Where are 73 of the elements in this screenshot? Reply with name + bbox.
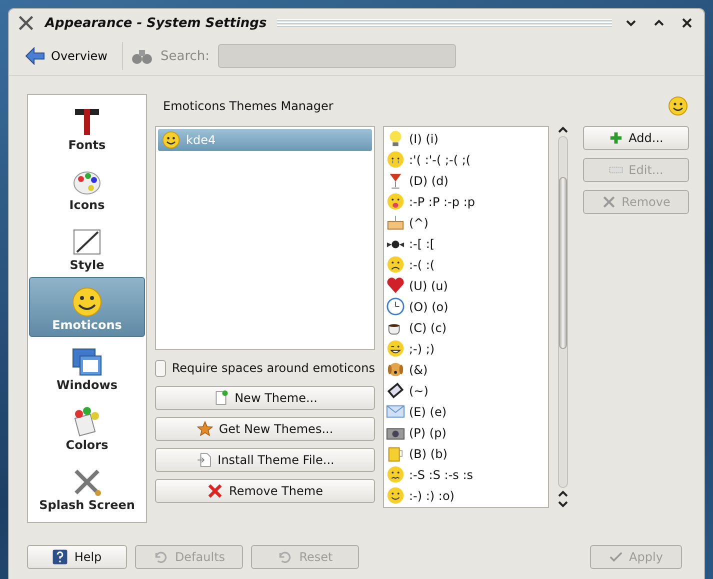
checkmark-icon [609, 550, 624, 564]
smiley-icon [386, 486, 405, 505]
clock-icon [386, 297, 405, 316]
undo-icon [152, 549, 169, 565]
confused-face-icon [386, 465, 405, 484]
category-label: Emoticons [52, 318, 122, 332]
binoculars-icon [130, 47, 152, 65]
category-item[interactable]: Windows [29, 337, 145, 397]
category-label: Splash Screen [39, 498, 135, 512]
overview-button[interactable]: Overview [19, 43, 114, 69]
star-icon [196, 421, 213, 437]
search-label: Search: [160, 48, 210, 64]
winking-face-icon [386, 339, 405, 358]
theme-button[interactable]: Remove Theme [155, 479, 375, 503]
help-icon [52, 549, 68, 565]
category-item[interactable]: Splash Screen [29, 457, 145, 517]
emoticon-text: (^) [409, 216, 428, 230]
category-item[interactable]: Style [29, 217, 145, 277]
emoticon-text: :-) :) :o) [409, 488, 454, 502]
category-label: Style [70, 258, 104, 272]
checkbox-label: Require spaces around emoticons [172, 361, 375, 375]
broken-heart-icon [386, 276, 405, 295]
emoticon-text: ;-) ;) [409, 342, 435, 356]
emoticon-text: :-P :P :-p :p [409, 194, 475, 208]
emoticon-text: :-[ :[ [409, 236, 435, 250]
undo-icon [277, 549, 294, 565]
emoticon-text: (E) (e) [409, 404, 447, 418]
category-item[interactable]: Icons [29, 157, 145, 217]
crying-face-icon [386, 150, 405, 169]
emoticon-text: (U) (u) [409, 278, 448, 292]
category-label: Windows [56, 378, 118, 392]
emoticon-text: :'( :'-( ;-( ;( [409, 152, 471, 166]
emoticon-text: (P) (p) [409, 426, 446, 440]
footer-button[interactable]: Help [27, 545, 127, 569]
emoticon-text: (B) (b) [409, 446, 448, 460]
emoticon-text: (C) (c) [409, 320, 447, 334]
sad-face-icon [386, 255, 405, 274]
theme-button[interactable]: Install Theme File... [155, 448, 375, 472]
scroll-up-icon[interactable] [558, 126, 568, 134]
section-heading: Emoticons Themes Manager [163, 99, 334, 113]
emoticon-text: (O) (o) [409, 300, 448, 314]
checkbox[interactable] [155, 360, 166, 376]
theme-label: kde4 [186, 133, 216, 147]
category-label: Fonts [68, 138, 106, 152]
windows-icon [71, 346, 103, 378]
back-arrow-icon [25, 47, 45, 65]
tongue-face-icon [386, 192, 405, 211]
emoticon-text: (D) (d) [409, 174, 448, 188]
scroll-up-icon[interactable] [558, 490, 568, 498]
window-title: Appearance - System Settings [45, 16, 267, 30]
smiley-icon [668, 96, 688, 116]
emoticon-text: :-( :( [409, 258, 435, 272]
category-label: Colors [66, 438, 108, 452]
smiley-icon [71, 286, 103, 318]
emoticon-text: (&) [409, 362, 428, 376]
plus-icon [608, 131, 623, 145]
emoticon-text: (I) (i) [409, 132, 438, 146]
theme-button[interactable]: Get New Themes... [155, 417, 375, 441]
require-spaces-checkbox[interactable]: Require spaces around emoticons [155, 357, 375, 379]
x-icon [207, 483, 224, 499]
scroll-down-icon[interactable] [558, 500, 568, 508]
category-label: Icons [69, 198, 105, 212]
category-item[interactable]: Colors [29, 397, 145, 457]
import-document-icon [196, 452, 212, 468]
emoticon-text: :-S :S :-s :s [409, 468, 474, 482]
category-item[interactable]: Fonts [29, 97, 145, 157]
emoticon-button[interactable]: Add... [583, 126, 689, 150]
scrollbar-thumb[interactable] [559, 177, 567, 349]
smiley-icon [162, 131, 180, 149]
dog-icon [386, 360, 405, 379]
theme-button[interactable]: New Theme... [155, 386, 375, 410]
emoticon-text: (~) [409, 384, 428, 398]
cross-icon [602, 195, 616, 209]
